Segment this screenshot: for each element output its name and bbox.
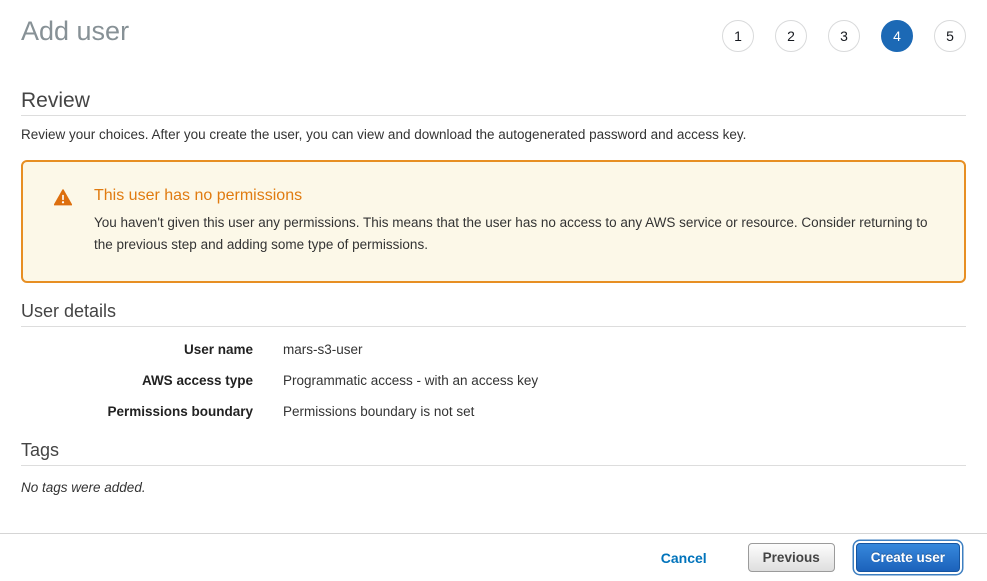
- page-title: Add user: [21, 16, 129, 47]
- review-heading: Review: [21, 90, 966, 116]
- tags-heading: Tags: [21, 440, 966, 466]
- user-details-heading: User details: [21, 301, 966, 327]
- warning-text: This user has no permissions You haven't…: [94, 187, 934, 255]
- aws-access-type-value: Programmatic access - with an access key: [283, 373, 538, 389]
- step-3: 3: [828, 20, 860, 52]
- user-name-label: User name: [21, 342, 253, 358]
- tags-section: Tags No tags were added.: [21, 440, 966, 496]
- step-5-label: 5: [946, 29, 954, 43]
- create-user-button[interactable]: Create user: [856, 543, 960, 572]
- step-2: 2: [775, 20, 807, 52]
- user-name-value: mars-s3-user: [283, 342, 363, 358]
- previous-button[interactable]: Previous: [748, 543, 835, 572]
- tags-empty-text: No tags were added.: [21, 480, 966, 496]
- aws-access-type-label: AWS access type: [21, 373, 253, 389]
- user-name-row: User name mars-s3-user: [21, 342, 966, 358]
- review-description: Review your choices. After you create th…: [21, 127, 966, 143]
- cancel-button[interactable]: Cancel: [661, 550, 707, 566]
- permissions-boundary-row: Permissions boundary Permissions boundar…: [21, 404, 966, 420]
- step-2-label: 2: [787, 29, 795, 43]
- step-1-label: 1: [734, 29, 742, 43]
- aws-access-type-row: AWS access type Programmatic access - wi…: [21, 373, 966, 389]
- step-4-current: 4: [881, 20, 913, 52]
- warning-title: This user has no permissions: [94, 187, 934, 205]
- warning-triangle-icon: [54, 189, 72, 206]
- warning-body: You haven't given this user any permissi…: [94, 212, 934, 255]
- wizard-footer: Cancel Previous Create user: [0, 533, 987, 581]
- step-5: 5: [934, 20, 966, 52]
- step-indicator: 1 2 3 4 5: [722, 20, 966, 52]
- step-4-label: 4: [893, 29, 901, 43]
- no-permissions-warning-banner: This user has no permissions You haven't…: [21, 160, 966, 283]
- permissions-boundary-label: Permissions boundary: [21, 404, 253, 420]
- wizard-header: Add user 1 2 3 4 5: [21, 0, 966, 54]
- user-details-section: User details User name mars-s3-user AWS …: [21, 301, 966, 420]
- user-details-rows: User name mars-s3-user AWS access type P…: [21, 342, 966, 420]
- permissions-boundary-value: Permissions boundary is not set: [283, 404, 474, 420]
- review-section: Review Review your choices. After you cr…: [21, 90, 966, 143]
- step-1: 1: [722, 20, 754, 52]
- step-3-label: 3: [840, 29, 848, 43]
